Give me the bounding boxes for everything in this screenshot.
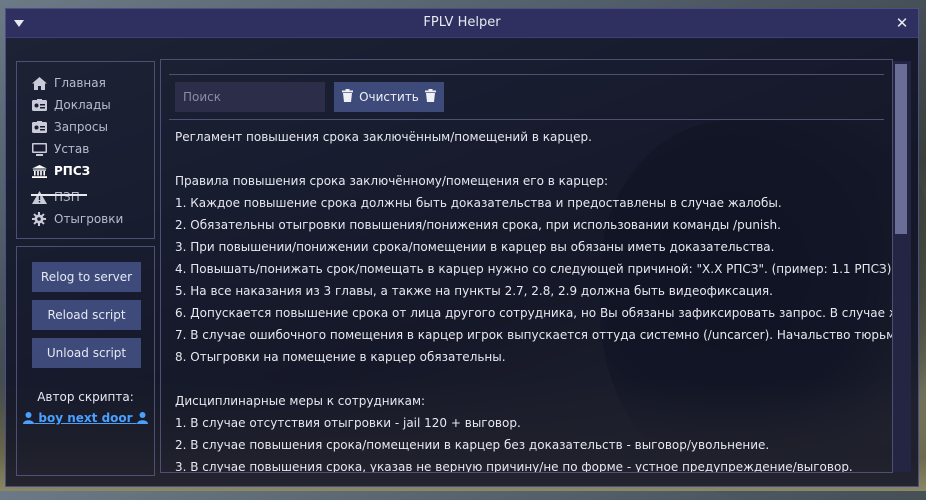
trash-icon — [342, 89, 354, 105]
active-tab-underline — [31, 194, 87, 196]
close-icon[interactable]: ✕ — [894, 9, 910, 37]
text-line: 3. При повышении/понижении срока/помещен… — [175, 240, 775, 254]
reload-script-button[interactable]: Reload script — [32, 300, 141, 330]
nav-label: Устав — [54, 142, 90, 156]
unload-script-button[interactable]: Unload script — [32, 338, 141, 368]
nav-item-charter[interactable]: Устав — [17, 138, 154, 160]
text-line: Дисциплинарные меры к сотрудникам: — [175, 394, 426, 408]
trash-icon — [424, 89, 436, 105]
nav-label: Запросы — [54, 120, 108, 134]
nav-label: ПЗП — [54, 190, 80, 204]
nav-item-requests[interactable]: Запросы — [17, 116, 154, 138]
text-line: 2. В случае повышения срока/помещении в … — [175, 438, 770, 452]
nav-label: Доклады — [54, 98, 111, 112]
collapse-arrow-icon[interactable] — [14, 20, 24, 27]
text-line: 7. В случае ошибочного помещения в карце… — [175, 328, 892, 342]
nav-item-rpsz[interactable]: РПСЗ — [17, 160, 154, 182]
monitor-icon — [31, 142, 47, 156]
nav-item-reports[interactable]: Доклады — [17, 94, 154, 116]
id-card-icon — [31, 120, 47, 134]
text-line: 2. Обязательны отыгровки повышения/пониж… — [175, 218, 781, 232]
user-icon — [136, 412, 148, 427]
bank-icon — [31, 164, 47, 178]
nav-item-roleplays[interactable]: Отыгровки — [17, 208, 154, 230]
user-icon — [23, 412, 35, 427]
clear-label: Очистить — [359, 90, 419, 104]
id-card-icon — [31, 98, 47, 112]
helper-window: FPLV Helper ✕ Главная Доклады Запросы Ус… — [5, 8, 919, 487]
author-label: Автор скрипта: — [37, 390, 134, 404]
author-name: boy next door — [38, 411, 133, 425]
gear-icon — [31, 212, 47, 226]
text-line: 4. Повышать/понижать срок/помещать в кар… — [175, 262, 892, 276]
text-line: 8. Отыгровки на помещение в карцер обяза… — [175, 350, 506, 364]
window-title: FPLV Helper — [423, 15, 501, 30]
text-line: 1. Каждое повышение срока должны быть до… — [175, 196, 782, 210]
text-line: 6. Допускается повышение срока от лица д… — [175, 306, 892, 320]
nav-label: Главная — [54, 76, 106, 90]
search-input[interactable] — [175, 82, 325, 112]
text-line: 1. В случае отсутствия отыгровки - jail … — [175, 416, 521, 430]
content-panel: Очистить Регламент повышения срока заклю… — [160, 59, 893, 473]
relog-button[interactable]: Relog to server — [32, 262, 141, 292]
nav-item-pzp[interactable]: ПЗП — [17, 186, 154, 208]
nav-item-main[interactable]: Главная — [17, 72, 154, 94]
clear-button[interactable]: Очистить — [334, 82, 444, 112]
text-line: 3. В случае повышения срока, указав не в… — [175, 460, 853, 473]
actions-panel: Relog to server Reload script Unload scr… — [16, 246, 155, 476]
warning-icon — [31, 190, 47, 204]
divider — [169, 119, 884, 120]
divider — [169, 74, 884, 75]
text-line: Регламент повышения срока заключённым/по… — [175, 130, 592, 144]
scrollbar-thumb[interactable] — [895, 64, 907, 234]
nav-panel: Главная Доклады Запросы Устав РПСЗ ПЗП О… — [16, 61, 155, 239]
text-line: Правила повышения срока заключённому/пом… — [175, 174, 609, 188]
regulations-text: Регламент повышения срока заключённым/по… — [175, 126, 892, 473]
nav-label: Отыгровки — [54, 212, 124, 226]
title-bar[interactable]: FPLV Helper ✕ — [6, 9, 918, 38]
nav-label: РПСЗ — [54, 164, 91, 178]
home-icon — [31, 76, 47, 90]
text-line: 5. На все наказания из 3 главы, а также … — [175, 284, 773, 298]
text-line — [175, 368, 892, 390]
text-line — [175, 148, 892, 170]
author-link[interactable]: boy next door — [17, 411, 154, 427]
